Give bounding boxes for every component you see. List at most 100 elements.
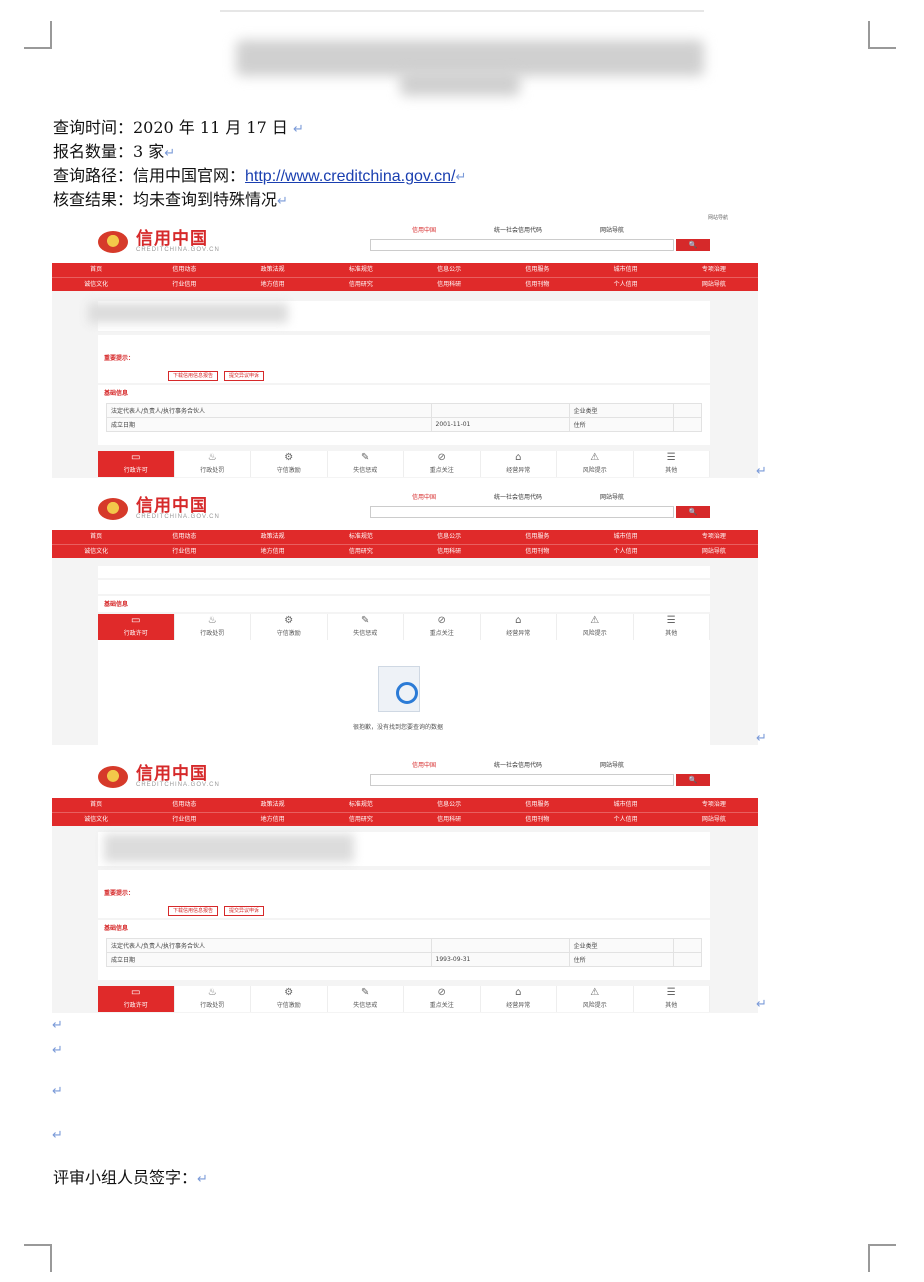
nav-item[interactable]: 首页 (52, 530, 141, 545)
legal-rep-label: 法定代表人/负责人/执行事务合伙人 (106, 403, 432, 418)
tab-reward[interactable]: ⚙ 守信激励 (251, 986, 328, 1012)
tab-admin-penalty[interactable]: ♨ 行政处罚 (175, 986, 251, 1012)
search-input[interactable] (370, 239, 674, 251)
logo-en: CREDITCHINA.GOV.CN (136, 514, 220, 520)
nav-item[interactable]: 标准规范 (316, 263, 405, 278)
tab-admin-penalty[interactable]: ♨ 行政处罚 (175, 614, 251, 640)
risk-icon: ⚠ (590, 987, 600, 998)
est-date-label: 成立日期 (106, 417, 432, 432)
nav-item[interactable]: 信用服务 (493, 530, 582, 545)
top-link[interactable]: 信用中国 (412, 762, 436, 769)
tab-punish[interactable]: ✎ 失信惩戒 (328, 986, 404, 1012)
crop-mark-bottom-left (24, 1244, 52, 1272)
top-link[interactable]: 信用中国 (412, 227, 436, 234)
est-date-label: 成立日期 (106, 952, 432, 967)
tab-admin-license[interactable]: ▭ 行政许可 (98, 986, 175, 1012)
risk-icon: ⚠ (590, 452, 600, 463)
nav-item[interactable]: 信用服务 (493, 263, 582, 278)
tab-admin-penalty[interactable]: ♨ 行政处罚 (175, 451, 251, 477)
crop-mark-bottom-right (868, 1244, 896, 1272)
type-label: 企业类型 (568, 938, 674, 953)
top-link[interactable]: 统一社会信用代码 (494, 227, 542, 234)
nav-item[interactable]: 专项治理 (669, 798, 758, 813)
tab-admin-license[interactable]: ▭ 行政许可 (98, 451, 175, 477)
search-button[interactable]: 🔍 (676, 239, 710, 251)
search-button[interactable]: 🔍 (676, 774, 710, 786)
top-link[interactable]: 统一社会信用代码 (494, 494, 542, 501)
paragraph-mark: ↵ (756, 731, 767, 746)
crop-mark-top-left (24, 21, 52, 49)
nav-item[interactable]: 城市信用 (581, 798, 670, 813)
tab-other[interactable]: ☰ 其他 (634, 986, 710, 1012)
national-emblem-icon (98, 766, 128, 788)
addr-label: 住所 (568, 952, 674, 967)
top-link[interactable]: 信用中国 (412, 494, 436, 501)
nav-item[interactable]: 首页 (52, 263, 141, 278)
tab-focus[interactable]: ⊘ 重点关注 (404, 451, 481, 477)
nav-item[interactable]: 城市信用 (581, 263, 670, 278)
nav-item[interactable]: 政策法规 (228, 798, 317, 813)
nav-item[interactable]: 专项治理 (669, 530, 758, 545)
screenshot-1: 网站导航 信用中国 CREDITCHINA.GOV.CN 信用中国 统一社会信用代码… (52, 213, 758, 478)
nav-item[interactable]: 专项治理 (669, 263, 758, 278)
tab-reward[interactable]: ⚙ 守信激励 (251, 451, 328, 477)
creditchina-link[interactable]: http://www.creditchina.gov.cn/ (245, 168, 455, 185)
tab-other[interactable]: ☰ 其他 (634, 614, 710, 640)
search-input[interactable] (370, 774, 674, 786)
tab-risk[interactable]: ⚠ 风险提示 (557, 451, 634, 477)
tab-focus[interactable]: ⊘ 重点关注 (404, 614, 481, 640)
punish-icon: ✎ (361, 452, 370, 463)
credit-tabs: ▭ 行政许可 ♨ 行政处罚 ⚙ 守信激励 ✎ 失信惩戒 ⊘ 重点关注 ⌂ 经营异常 ⚠ 风险提… (98, 451, 710, 477)
nav-item[interactable]: 信用动态 (140, 263, 229, 278)
basic-info-table: 法定代表人/负责人/执行事务合伙人 企业类型 成立日期 1993-09-31 住所 (106, 938, 703, 967)
download-report-button[interactable]: 下载信用信息报告 (168, 371, 219, 381)
query-time-text: 查询时间：2020 年 11 月 17 日 (53, 118, 293, 137)
notice-card (98, 580, 710, 594)
signature-label: 评审小组人员签字： (53, 1168, 198, 1187)
nav-item[interactable]: 信息公示 (405, 530, 494, 545)
addr-label: 住所 (568, 417, 674, 432)
nav-item[interactable]: 信息公示 (405, 798, 494, 813)
nav-item[interactable]: 城市信用 (581, 530, 670, 545)
tab-risk[interactable]: ⚠ 风险提示 (557, 614, 634, 640)
download-report-button[interactable]: 下载信用信息报告 (168, 906, 219, 916)
search-button[interactable]: 🔍 (676, 506, 710, 518)
tab-risk[interactable]: ⚠ 风险提示 (557, 986, 634, 1012)
header-rule (220, 10, 704, 12)
tab-punish[interactable]: ✎ 失信惩戒 (328, 451, 404, 477)
nav-item[interactable]: 政策法规 (228, 263, 317, 278)
nav-item[interactable]: 标准规范 (316, 798, 405, 813)
nav-item[interactable]: 标准规范 (316, 530, 405, 545)
top-link[interactable]: 网站导航 (600, 762, 624, 769)
tab-reward[interactable]: ⚙ 守信激励 (251, 614, 328, 640)
creditchina-logo: 信用中国 CREDITCHINA.GOV.CN (98, 495, 220, 523)
tab-abnormal[interactable]: ⌂ 经营异常 (481, 614, 557, 640)
nav-item[interactable]: 信用服务 (493, 798, 582, 813)
search-input[interactable] (370, 506, 674, 518)
nav-item[interactable]: 信用动态 (140, 530, 229, 545)
other-icon: ☰ (666, 987, 676, 998)
nav-item[interactable]: 首页 (52, 798, 141, 813)
tab-abnormal[interactable]: ⌂ 经营异常 (481, 451, 557, 477)
reward-icon: ⚙ (284, 615, 294, 626)
punish-icon: ✎ (361, 615, 370, 626)
top-links: 信用中国 统一社会信用代码 网站导航 (412, 225, 682, 234)
nav-item[interactable]: 政策法规 (228, 530, 317, 545)
tab-abnormal[interactable]: ⌂ 经营异常 (481, 986, 557, 1012)
tab-focus[interactable]: ⊘ 重点关注 (404, 986, 481, 1012)
basic-info-card: 基础信息 (98, 596, 710, 612)
top-link[interactable]: 统一社会信用代码 (494, 762, 542, 769)
dispute-button[interactable]: 提交异议申诉 (224, 906, 265, 916)
tab-other[interactable]: ☰ 其他 (634, 451, 710, 477)
abnormal-icon: ⌂ (515, 452, 522, 463)
dispute-button[interactable]: 提交异议申诉 (224, 371, 265, 381)
nav-item[interactable]: 信用动态 (140, 798, 229, 813)
signature-line: 评审小组人员签字：↵ (53, 1168, 208, 1190)
redacted-title-line2 (400, 70, 520, 96)
top-link[interactable]: 网站导航 (600, 227, 624, 234)
top-link[interactable]: 网站导航 (600, 494, 624, 501)
tab-admin-license[interactable]: ▭ 行政许可 (98, 614, 175, 640)
tab-punish[interactable]: ✎ 失信惩戒 (328, 614, 404, 640)
nav-item[interactable]: 信息公示 (405, 263, 494, 278)
focus-icon: ⊘ (437, 615, 446, 626)
